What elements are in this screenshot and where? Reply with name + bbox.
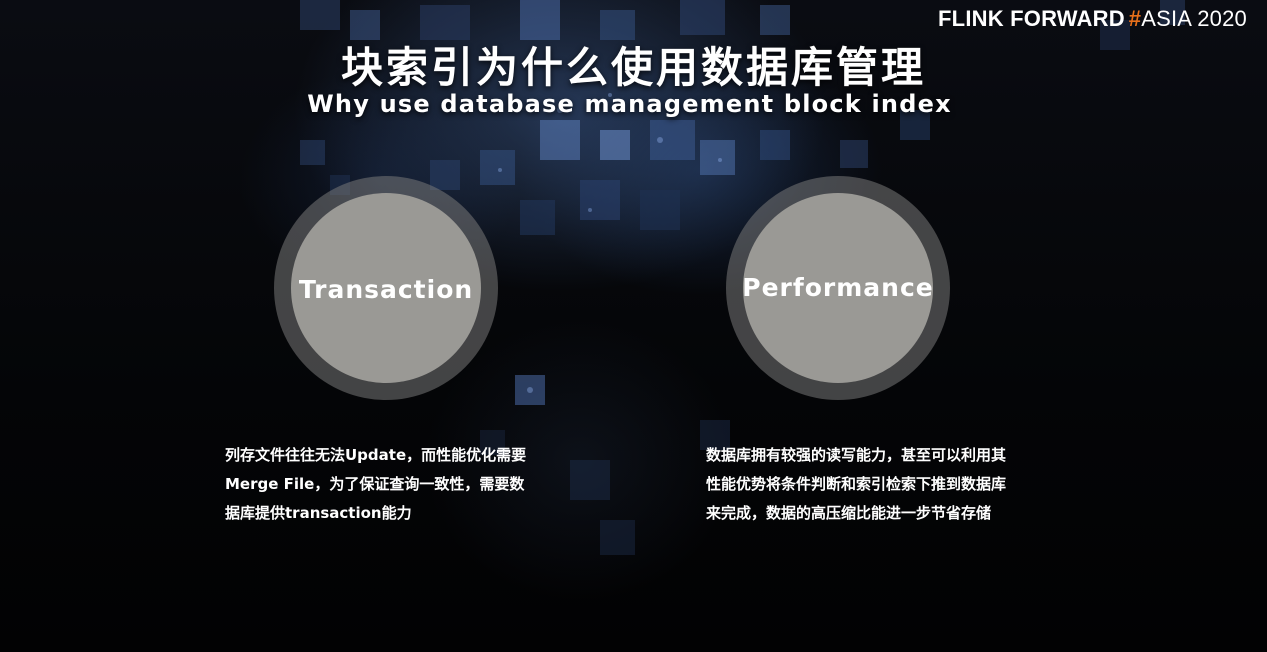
performance-label: Performance xyxy=(742,272,934,302)
performance-description: 数据库拥有较强的读写能力，甚至可以利用其 性能优势将条件判断和索引检索下推到数据… xyxy=(706,441,1006,528)
transaction-circle: Transaction xyxy=(274,176,498,400)
slide: FLINK FORWARD #ASIA 2020 块索引为什么使用数据库管理 Wh… xyxy=(0,0,1267,652)
performance-circle-inner: Performance xyxy=(742,193,934,383)
slide-title-english: Why use database management block index xyxy=(307,90,952,118)
transaction-circle-inner: Transaction xyxy=(291,193,481,383)
brand-event: ASIA 2020 xyxy=(1141,6,1247,31)
performance-circle: Performance xyxy=(726,176,950,400)
transaction-label: Transaction xyxy=(298,274,474,304)
description-line: 列存文件往往无法Update，而性能优化需要 xyxy=(225,446,527,464)
description-line: 来完成，数据的高压缩比能进一步节省存储 xyxy=(706,504,992,522)
description-line: 据库提供transaction能力 xyxy=(225,504,412,522)
description-line: 数据库拥有较强的读写能力，甚至可以利用其 xyxy=(706,446,1007,464)
brand-name: FLINK FORWARD xyxy=(938,6,1125,31)
transaction-description: 列存文件往往无法Update，而性能优化需要 Merge File，为了保证查询… xyxy=(225,441,526,528)
description-line: 性能优势将条件判断和索引检索下推到数据库 xyxy=(706,475,1007,493)
brand-hash: # xyxy=(1128,6,1142,31)
brand-logo: FLINK FORWARD #ASIA 2020 xyxy=(938,6,1247,32)
slide-title-chinese: 块索引为什么使用数据库管理 xyxy=(340,43,926,92)
description-line: Merge File，为了保证查询一致性，需要数 xyxy=(225,475,525,493)
